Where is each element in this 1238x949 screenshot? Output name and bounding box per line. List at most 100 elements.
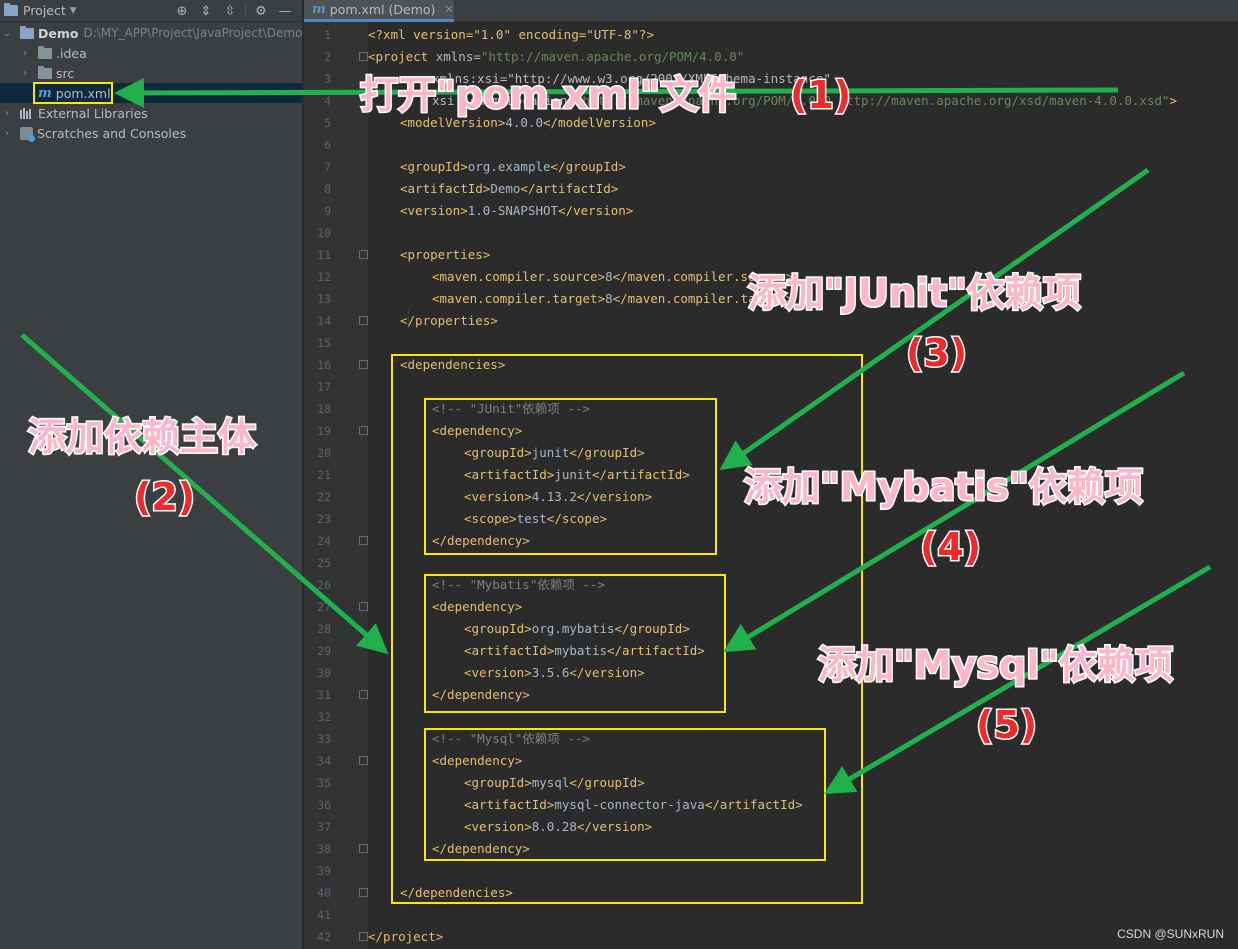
value: 8	[605, 291, 613, 306]
tag: <properties>	[400, 247, 491, 262]
line-number: 27	[317, 600, 331, 614]
code-line-42: </project>	[368, 926, 443, 948]
fold-marker-icon[interactable]	[359, 536, 368, 545]
fold-marker-icon[interactable]	[359, 602, 368, 611]
line-number: 15	[317, 336, 331, 350]
fold-marker-icon[interactable]	[359, 888, 368, 897]
gear-icon[interactable]: ⚙	[252, 2, 270, 20]
line-number: 7	[324, 160, 331, 174]
chevron-down-icon[interactable]: ▼	[70, 6, 77, 16]
expand-all-icon[interactable]: ⇕	[197, 2, 215, 20]
code-line-9: <version>1.0-SNAPSHOT</version>	[400, 200, 633, 222]
tab-label: pom.xml (Demo)	[329, 2, 436, 17]
tree-item-demo[interactable]: ⌄ Demo D:\MY_APP\Project\JavaProject\Dem…	[2, 23, 302, 43]
line-number: 14	[317, 314, 331, 328]
tag: </artifactId>	[520, 181, 619, 196]
module-folder-icon	[20, 25, 34, 39]
line-number: 40	[317, 886, 331, 900]
code-line-1: <?xml version="1.0" encoding="UTF-8"?>	[368, 24, 654, 46]
fold-marker-icon[interactable]	[359, 756, 368, 765]
code-line-13: <maven.compiler.target>8</maven.compiler…	[432, 288, 793, 310]
chevron-right-icon[interactable]: ›	[20, 48, 30, 59]
tag: <version>	[400, 203, 468, 218]
minimize-icon[interactable]: —	[276, 2, 294, 20]
value: org.example	[467, 159, 551, 174]
line-number: 35	[317, 776, 331, 790]
line-number: 17	[317, 380, 331, 394]
fold-marker-icon[interactable]	[359, 52, 368, 61]
tree-item-label: External Libraries	[38, 105, 148, 121]
line-number: 34	[317, 754, 331, 768]
fold-marker-icon[interactable]	[359, 690, 368, 699]
line-number: 30	[317, 666, 331, 680]
fold-marker-icon[interactable]	[359, 426, 368, 435]
line-number: 18	[317, 402, 331, 416]
fold-marker-icon[interactable]	[359, 932, 368, 941]
tag: </version>	[558, 203, 634, 218]
line-number: 36	[317, 798, 331, 812]
tag-close: >	[1169, 93, 1178, 108]
tag: <groupId>	[400, 159, 468, 174]
mybatis-highlight-box	[424, 574, 726, 713]
line-number: 38	[317, 842, 331, 856]
chevron-right-icon[interactable]: ›	[20, 68, 30, 79]
line-number: 13	[317, 292, 331, 306]
line-number: 28	[317, 622, 331, 636]
editor-gutter: 1 2 3 4 5 6 7 8 9 10 11 12 13 14 15 16 17 18 19 20 21 22 23 24 2…	[304, 22, 368, 949]
project-panel-header: Project ▼ ⊕ ⇕ ⇳ ⚙ —	[0, 0, 302, 22]
line-number: 41	[317, 908, 331, 922]
line-number: 26	[317, 578, 331, 592]
watermark: CSDN @SUNxRUN	[1117, 927, 1224, 941]
annotation-add-body: 添加依赖主体	[26, 414, 257, 461]
editor-tab-bar: m pom.xml (Demo) ✕	[304, 0, 1238, 22]
value: Demo	[490, 181, 521, 196]
line-number: 37	[317, 820, 331, 834]
tab-pom-xml[interactable]: m pom.xml (Demo) ✕	[304, 0, 454, 22]
fold-marker-icon[interactable]	[359, 360, 368, 369]
maven-icon: m	[312, 2, 326, 17]
line-number: 2	[324, 50, 331, 64]
tree-item-scratches[interactable]: › Scratches and Consoles	[2, 123, 186, 143]
fold-marker-icon[interactable]	[359, 844, 368, 853]
tree-item-external-libraries[interactable]: › External Libraries	[2, 103, 148, 123]
line-number: 12	[317, 270, 331, 284]
tag: <maven.compiler.target>	[432, 291, 606, 306]
project-icon	[4, 3, 18, 16]
folder-icon	[38, 45, 52, 59]
chevron-right-icon[interactable]: ›	[2, 108, 12, 119]
line-number: 24	[317, 534, 331, 548]
xmlns-attr: xmlns=	[435, 49, 481, 64]
line-number: 23	[317, 512, 331, 526]
code-line-12: <maven.compiler.source>8</maven.compiler…	[432, 266, 793, 288]
collapse-all-icon[interactable]: ⇳	[221, 2, 239, 20]
tree-item-path: D:\MY_APP\Project\JavaProject\Demo	[83, 26, 303, 40]
line-number: 9	[324, 204, 331, 218]
tree-item-label: src	[56, 65, 75, 81]
annotation-add-body-number: (2)	[132, 474, 196, 521]
project-toolbar: ⊕ ⇕ ⇳ ⚙ —	[173, 2, 294, 20]
fold-marker-icon[interactable]	[359, 316, 368, 325]
annotation-add-junit: 添加"JUnit"依赖项	[747, 270, 1083, 317]
close-icon[interactable]: ✕	[444, 3, 453, 16]
line-number: 21	[317, 468, 331, 482]
line-number: 20	[317, 446, 331, 460]
annotation-add-mybatis: 添加"Mybatis"依赖项	[743, 464, 1145, 511]
scratches-icon	[20, 126, 35, 142]
toolbar-divider	[245, 4, 246, 18]
xml-declaration: <?xml version="1.0" encoding="UTF-8"?>	[368, 27, 654, 42]
tree-item-idea[interactable]: › .idea	[20, 43, 87, 63]
chevron-right-icon[interactable]: ›	[2, 128, 12, 139]
project-panel-title[interactable]: Project	[23, 3, 66, 18]
annotation-open-pom-number: (1)	[788, 72, 852, 119]
tag: <maven.compiler.source>	[432, 269, 606, 284]
line-number: 22	[317, 490, 331, 504]
chevron-down-icon[interactable]: ⌄	[2, 28, 12, 39]
line-number: 10	[317, 226, 331, 240]
line-number: 42	[317, 930, 331, 944]
fold-marker-icon[interactable]	[359, 250, 368, 259]
code-line-7: <groupId>org.example</groupId>	[400, 156, 626, 178]
locate-icon[interactable]: ⊕	[173, 2, 191, 20]
tree-item-src[interactable]: › src	[20, 63, 74, 83]
pom-highlight-box	[33, 82, 113, 104]
tag: </properties>	[400, 313, 498, 328]
